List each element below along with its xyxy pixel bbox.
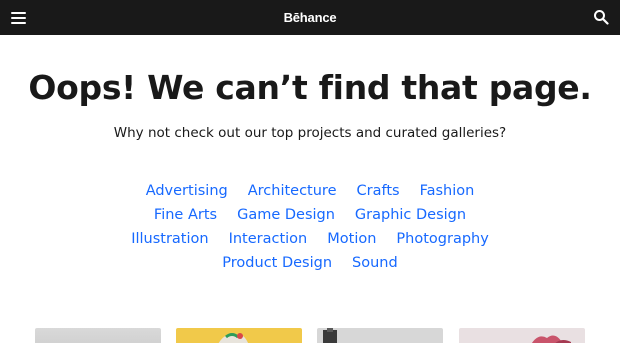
gallery-thumbnail[interactable] bbox=[459, 328, 585, 343]
category-link-crafts[interactable]: Crafts bbox=[357, 179, 400, 203]
category-link-illustration[interactable]: Illustration bbox=[131, 227, 208, 251]
category-link-sound[interactable]: Sound bbox=[352, 251, 398, 275]
category-row: Fine Arts Game Design Graphic Design bbox=[0, 202, 620, 226]
gallery-thumbnail[interactable] bbox=[35, 328, 161, 343]
category-link-interaction[interactable]: Interaction bbox=[229, 227, 308, 251]
category-link-architecture[interactable]: Architecture bbox=[248, 179, 337, 203]
category-row: Product Design Sound bbox=[0, 250, 620, 274]
category-row: Advertising Architecture Crafts Fashion bbox=[0, 178, 620, 202]
category-link-game-design[interactable]: Game Design bbox=[237, 203, 335, 227]
search-icon[interactable] bbox=[593, 9, 609, 25]
error-subline: Why not check out our top projects and c… bbox=[113, 125, 507, 141]
category-link-fine-arts[interactable]: Fine Arts bbox=[154, 203, 217, 227]
category-link-graphic-design[interactable]: Graphic Design bbox=[355, 203, 466, 227]
category-link-advertising[interactable]: Advertising bbox=[146, 179, 228, 203]
category-link-motion[interactable]: Motion bbox=[327, 227, 376, 251]
gallery-thumbnail[interactable] bbox=[176, 328, 302, 343]
category-row: Illustration Interaction Motion Photography bbox=[0, 226, 620, 250]
category-link-fashion[interactable]: Fashion bbox=[420, 179, 475, 203]
category-link-product-design[interactable]: Product Design bbox=[222, 251, 332, 275]
category-links: Advertising Architecture Crafts Fashion Fine… bbox=[0, 178, 620, 274]
category-link-photography[interactable]: Photography bbox=[396, 227, 488, 251]
gallery-preview bbox=[0, 328, 620, 343]
behance-logo[interactable]: Bēhance bbox=[283, 0, 337, 35]
top-navigation-bar: Bēhance bbox=[0, 0, 620, 35]
gallery-thumbnail[interactable] bbox=[317, 328, 443, 343]
logo-text: Bēhance bbox=[283, 10, 337, 25]
error-headline: Oops! We can’t find that page. bbox=[28, 68, 592, 107]
